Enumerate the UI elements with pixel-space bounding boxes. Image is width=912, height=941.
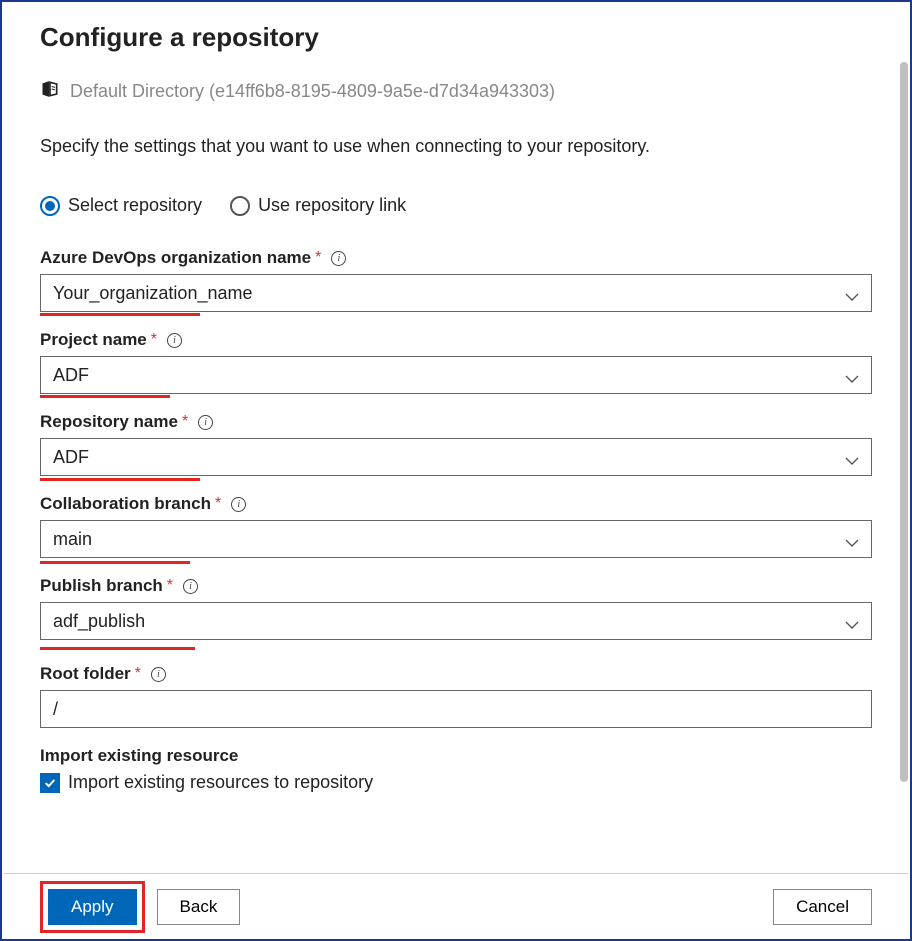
radio-label: Select repository (68, 195, 202, 216)
radio-circle-icon (230, 196, 250, 216)
info-icon[interactable]: i (331, 251, 346, 266)
chevron-down-icon (845, 532, 859, 546)
chevron-down-icon (845, 450, 859, 464)
field-root-folder: Root folder * i / (40, 664, 872, 728)
required-star-icon: * (167, 577, 173, 595)
field-repository: Repository name * i ADF (40, 412, 872, 476)
required-star-icon: * (135, 665, 141, 683)
field-label: Publish branch (40, 576, 163, 596)
field-label: Repository name (40, 412, 178, 432)
field-label: Azure DevOps organization name (40, 248, 311, 268)
field-publish-branch: Publish branch * i adf_publish (40, 576, 872, 640)
scrollbar-thumb[interactable] (900, 62, 908, 782)
root-folder-input[interactable]: / (40, 690, 872, 728)
chevron-down-icon (845, 614, 859, 628)
organization-select[interactable]: Your_organization_name (40, 274, 872, 312)
required-star-icon: * (182, 413, 188, 431)
required-star-icon: * (315, 249, 321, 267)
highlight-underline (40, 395, 170, 398)
highlight-underline (40, 647, 195, 650)
field-project: Project name * i ADF (40, 330, 872, 394)
radio-use-repository-link[interactable]: Use repository link (230, 195, 406, 216)
radio-dot-icon (40, 196, 60, 216)
info-icon[interactable]: i (167, 333, 182, 348)
page-title: Configure a repository (40, 22, 872, 53)
chevron-down-icon (845, 368, 859, 382)
repository-select[interactable]: ADF (40, 438, 872, 476)
breadcrumb-text: Default Directory (e14ff6b8-8195-4809-9a… (70, 81, 555, 102)
footer-bar: Apply Back Cancel (4, 873, 908, 939)
select-value: Your_organization_name (53, 283, 253, 304)
radio-label: Use repository link (258, 195, 406, 216)
project-select[interactable]: ADF (40, 356, 872, 394)
description-text: Specify the settings that you want to us… (40, 136, 872, 157)
highlight-underline (40, 478, 200, 481)
collab-branch-select[interactable]: main (40, 520, 872, 558)
field-collab-branch: Collaboration branch * i main (40, 494, 872, 558)
select-value: ADF (53, 365, 89, 386)
field-label: Root folder (40, 664, 131, 684)
apply-highlight-box: Apply (40, 881, 145, 933)
info-icon[interactable]: i (198, 415, 213, 430)
scrollbar[interactable] (898, 4, 908, 872)
publish-branch-select[interactable]: adf_publish (40, 602, 872, 640)
organization-icon (40, 79, 60, 104)
import-checkbox-label: Import existing resources to repository (68, 772, 373, 793)
import-heading: Import existing resource (40, 746, 872, 766)
info-icon[interactable]: i (183, 579, 198, 594)
select-value: adf_publish (53, 611, 145, 632)
breadcrumb: Default Directory (e14ff6b8-8195-4809-9a… (40, 79, 872, 104)
repository-mode-radios: Select repository Use repository link (40, 195, 872, 216)
select-value: ADF (53, 447, 89, 468)
field-label: Collaboration branch (40, 494, 211, 514)
import-checkbox-row: Import existing resources to repository (40, 772, 872, 793)
radio-select-repository[interactable]: Select repository (40, 195, 202, 216)
import-checkbox[interactable] (40, 773, 60, 793)
back-button[interactable]: Back (157, 889, 241, 925)
field-organization: Azure DevOps organization name * i Your_… (40, 248, 872, 312)
highlight-underline (40, 561, 190, 564)
chevron-down-icon (845, 286, 859, 300)
info-icon[interactable]: i (231, 497, 246, 512)
apply-button[interactable]: Apply (48, 889, 137, 925)
cancel-button[interactable]: Cancel (773, 889, 872, 925)
field-label: Project name (40, 330, 147, 350)
required-star-icon: * (215, 495, 221, 513)
input-value: / (53, 699, 58, 720)
required-star-icon: * (151, 331, 157, 349)
info-icon[interactable]: i (151, 667, 166, 682)
select-value: main (53, 529, 92, 550)
highlight-underline (40, 313, 200, 316)
